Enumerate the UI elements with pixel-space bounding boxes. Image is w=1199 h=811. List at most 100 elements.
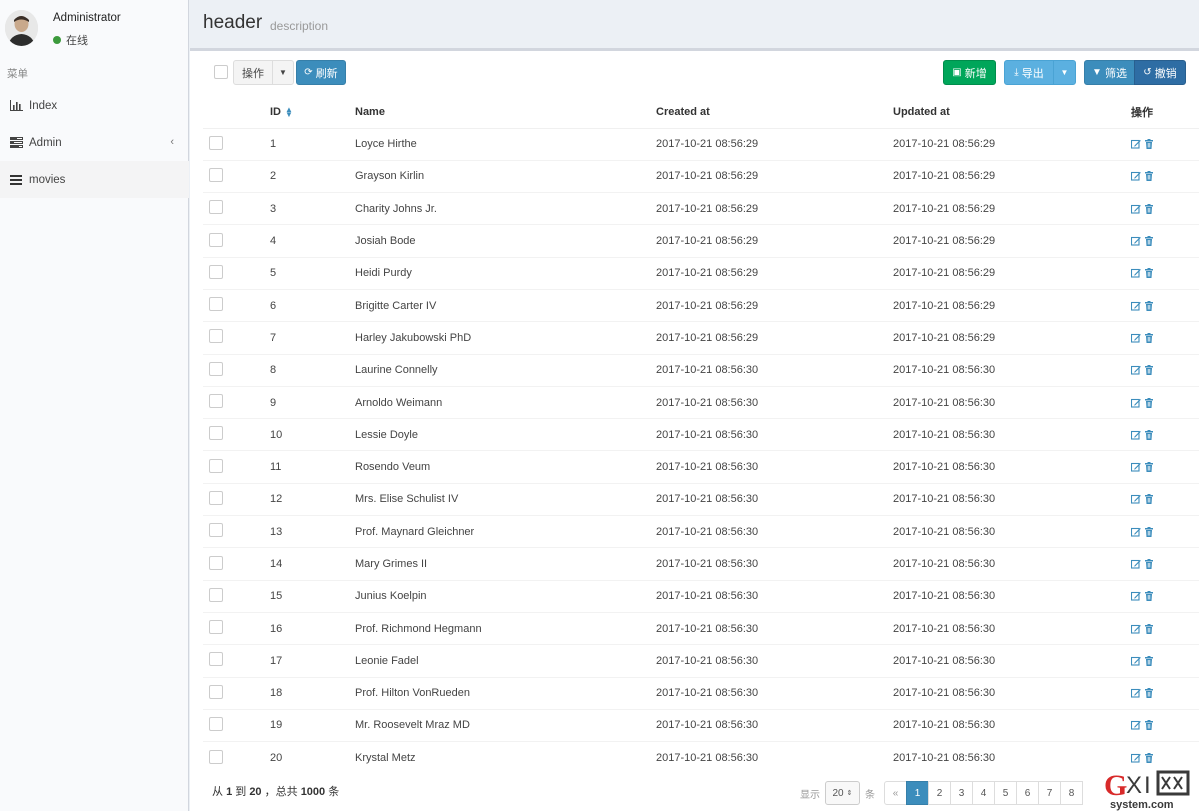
filter-label: 筛选 xyxy=(1104,67,1127,80)
save-icon: ▣ xyxy=(952,67,962,78)
row-checkbox[interactable] xyxy=(209,555,223,570)
row-checkbox-cell xyxy=(203,741,270,774)
page-link[interactable]: 7 xyxy=(1038,781,1061,805)
edit-icon[interactable] xyxy=(1131,398,1141,408)
row-checkbox[interactable] xyxy=(209,361,223,376)
row-checkbox[interactable] xyxy=(209,232,223,247)
sidebar-item-movies[interactable]: movies xyxy=(0,161,189,198)
sidebar-item-admin[interactable]: Admin ‹ xyxy=(0,124,189,161)
trash-icon[interactable] xyxy=(1144,526,1154,537)
trash-icon[interactable] xyxy=(1144,462,1154,473)
row-actions xyxy=(1131,579,1199,613)
row-checkbox[interactable] xyxy=(209,458,223,473)
edit-icon[interactable] xyxy=(1131,688,1141,698)
edit-icon[interactable] xyxy=(1131,365,1141,375)
page-link[interactable]: 6 xyxy=(1016,781,1039,805)
edit-icon[interactable] xyxy=(1131,268,1141,278)
reset-button[interactable]: ↺ 撤销 xyxy=(1134,60,1186,85)
row-checkbox[interactable] xyxy=(209,523,223,538)
row-checkbox[interactable] xyxy=(209,297,223,312)
edit-icon[interactable] xyxy=(1131,236,1141,246)
trash-icon[interactable] xyxy=(1144,559,1154,569)
row-checkbox[interactable] xyxy=(209,426,223,441)
row-checkbox[interactable] xyxy=(209,264,223,279)
sidebar-item-index[interactable]: Index xyxy=(0,87,189,124)
menu-header: 菜单 xyxy=(7,68,28,80)
per-page-control: 显示 20 ⇕ 条 xyxy=(800,781,875,805)
edit-icon[interactable] xyxy=(1131,301,1141,311)
avatar[interactable] xyxy=(5,10,38,46)
page-prev-button[interactable]: « xyxy=(884,781,907,805)
page-description: description xyxy=(270,19,329,33)
row-checkbox-cell xyxy=(203,644,270,678)
trash-icon[interactable] xyxy=(1144,655,1154,666)
trash-icon[interactable] xyxy=(1144,688,1154,699)
row-updated-at: 2017-10-21 08:56:30 xyxy=(893,547,1131,581)
row-checkbox[interactable] xyxy=(209,200,223,215)
edit-icon[interactable] xyxy=(1131,559,1141,569)
row-checkbox[interactable] xyxy=(209,749,223,764)
export-button[interactable]: ⤓ 导出 xyxy=(1004,60,1054,85)
row-id: 1 xyxy=(270,127,355,161)
page-link[interactable]: 8 xyxy=(1060,781,1083,805)
trash-icon[interactable] xyxy=(1144,171,1154,182)
batch-actions-button[interactable]: 操作 xyxy=(233,60,273,85)
trash-icon[interactable] xyxy=(1144,397,1154,408)
row-actions xyxy=(1131,611,1199,645)
page-link[interactable]: 2 xyxy=(928,781,951,805)
page-link[interactable]: 3 xyxy=(950,781,973,805)
row-checkbox[interactable] xyxy=(209,620,223,635)
table-row: 20 Krystal Metz 2017-10-21 08:56:30 2017-10… xyxy=(203,741,1199,774)
row-checkbox[interactable] xyxy=(209,587,223,602)
row-updated-at: 2017-10-21 08:56:29 xyxy=(893,192,1131,225)
edit-icon[interactable] xyxy=(1131,624,1141,634)
row-checkbox[interactable] xyxy=(209,394,223,409)
per-page-select[interactable]: 20 ⇕ xyxy=(825,781,860,805)
batch-actions-dropdown[interactable]: ▼ xyxy=(272,60,294,85)
trash-icon[interactable] xyxy=(1144,623,1154,634)
new-button[interactable]: ▣ 新增 xyxy=(943,60,996,85)
row-checkbox[interactable] xyxy=(209,684,223,699)
trash-icon[interactable] xyxy=(1144,591,1154,602)
export-dropdown[interactable]: ▼ xyxy=(1053,60,1076,85)
row-checkbox[interactable] xyxy=(209,167,223,182)
edit-icon[interactable] xyxy=(1131,171,1141,181)
row-checkbox[interactable] xyxy=(209,716,223,731)
row-checkbox[interactable] xyxy=(209,135,223,150)
refresh-button[interactable]: ⟳ 刷新 xyxy=(296,60,346,85)
page-link[interactable]: 1 xyxy=(906,781,929,805)
select-all-checkbox[interactable] xyxy=(214,65,228,79)
edit-icon[interactable] xyxy=(1131,430,1141,440)
column-header-id[interactable]: ID ▲ ▼ xyxy=(270,96,355,129)
page-link[interactable]: 4 xyxy=(972,781,995,805)
trash-icon[interactable] xyxy=(1144,429,1154,440)
row-id: 10 xyxy=(270,418,355,451)
page-link[interactable]: 5 xyxy=(994,781,1017,805)
edit-icon[interactable] xyxy=(1131,333,1141,343)
sort-icon[interactable]: ▲ ▼ xyxy=(285,105,293,118)
trash-icon[interactable] xyxy=(1144,365,1154,376)
trash-icon[interactable] xyxy=(1144,753,1154,764)
trash-icon[interactable] xyxy=(1144,300,1154,311)
row-created-at: 2017-10-21 08:56:30 xyxy=(656,579,893,613)
edit-icon[interactable] xyxy=(1131,753,1141,763)
trash-icon[interactable] xyxy=(1144,494,1154,505)
row-checkbox[interactable] xyxy=(209,652,223,667)
filter-button[interactable]: ▼ 筛选 xyxy=(1084,60,1135,85)
trash-icon[interactable] xyxy=(1144,139,1154,150)
trash-icon[interactable] xyxy=(1144,236,1154,247)
edit-icon[interactable] xyxy=(1131,720,1141,731)
edit-icon[interactable] xyxy=(1131,494,1141,504)
trash-icon[interactable] xyxy=(1144,720,1154,731)
row-checkbox[interactable] xyxy=(209,490,223,505)
edit-icon[interactable] xyxy=(1131,527,1141,537)
row-checkbox[interactable] xyxy=(209,329,223,344)
edit-icon[interactable] xyxy=(1131,591,1141,601)
trash-icon[interactable] xyxy=(1144,203,1154,214)
edit-icon[interactable] xyxy=(1131,656,1141,666)
edit-icon[interactable] xyxy=(1131,204,1141,214)
edit-icon[interactable] xyxy=(1131,139,1141,149)
trash-icon[interactable] xyxy=(1144,332,1154,343)
edit-icon[interactable] xyxy=(1131,462,1141,472)
trash-icon[interactable] xyxy=(1144,268,1154,279)
